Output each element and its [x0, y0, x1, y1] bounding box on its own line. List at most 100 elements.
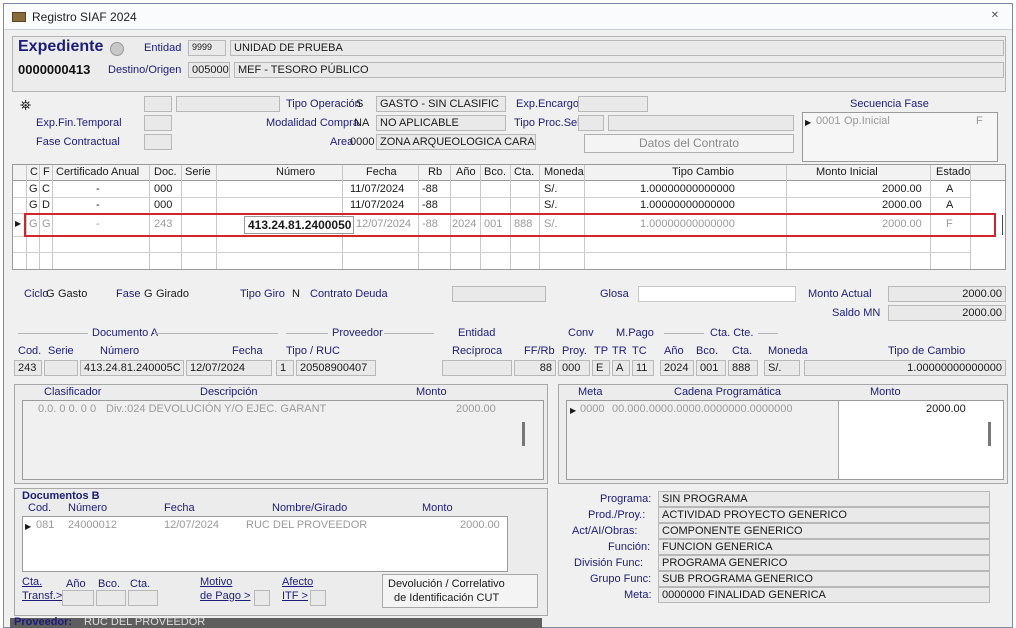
- meta-cadena: 00.000.0000.0000.0000000.0000000: [612, 403, 793, 415]
- doca-ffrb: 88: [514, 360, 556, 376]
- docsb-numero: 24000012: [68, 519, 117, 531]
- doca-tc: 11: [632, 360, 654, 376]
- tipo-proc-field-2[interactable]: [608, 115, 794, 131]
- modalidad-desc: NO APLICABLE: [376, 115, 506, 131]
- cell-moneda: S/.: [544, 183, 558, 195]
- doca-proy: 000: [558, 360, 590, 376]
- act-obras-label: Act/AI/Obras:: [572, 525, 638, 537]
- ctacte-title: Cta. Cte.: [710, 327, 754, 339]
- secuencia-code: 0001: [816, 115, 841, 127]
- motivo-pago-field[interactable]: [254, 590, 270, 606]
- hdr-anio: Año: [664, 345, 684, 357]
- programa-label: Programa:: [600, 493, 652, 505]
- glosa-input[interactable]: [638, 286, 796, 302]
- window-title: Registro SIAF 2024: [32, 10, 137, 24]
- cell-monto: 2000.00: [882, 199, 922, 211]
- search-field-2[interactable]: [176, 96, 280, 112]
- doca-serie: [44, 360, 78, 376]
- docsb-hdr-monto: Monto: [422, 502, 453, 514]
- row-highlight-box: [24, 213, 996, 237]
- modalidad-label: Modalidad Compra: [266, 117, 359, 129]
- binoculars-icon[interactable]: ⛯: [20, 97, 31, 114]
- doca-ruc: 20508900407: [296, 360, 376, 376]
- col-estado: Estado: [936, 166, 971, 178]
- cell-f: D: [42, 199, 50, 211]
- search-field-1[interactable]: [144, 96, 172, 112]
- cta-transf-link-1[interactable]: Cta.: [22, 576, 42, 588]
- afecto-itf-field[interactable]: [310, 590, 326, 606]
- entidad-code: 9999: [188, 40, 226, 56]
- hdr-moneda: Moneda: [768, 345, 808, 357]
- doca-numero: 413.24.81.240005C: [80, 360, 184, 376]
- ciclo-label: Ciclo: [24, 288, 49, 300]
- tipo-operacion-code: S: [356, 98, 364, 110]
- col-moneda: Moneda: [544, 166, 584, 178]
- col-numero: Número: [276, 166, 316, 178]
- close-button[interactable]: ✕: [986, 8, 1004, 24]
- afecto-itf-link-1[interactable]: Afecto: [282, 576, 313, 588]
- grupo-func-value: SUB PROGRAMA GENERICO: [658, 571, 990, 587]
- monto-actual-label: Monto Actual: [808, 288, 872, 300]
- status-circle-icon: [110, 42, 124, 56]
- exp-encargo-field[interactable]: [578, 96, 648, 112]
- hdr-numero: Número: [100, 345, 140, 357]
- docsb-hdr-numero: Número: [68, 502, 108, 514]
- mpago-title: M.Pago: [616, 327, 654, 339]
- col-bco: Bco.: [484, 166, 507, 178]
- tipo-giro-code: N: [292, 288, 300, 300]
- docsb-cod: 081: [36, 519, 55, 531]
- docsb-bco-field[interactable]: [96, 590, 126, 606]
- docsb-anio-label: Año: [66, 578, 86, 590]
- siaf-window: Registro SIAF 2024 ✕ Expediente Entidad …: [3, 3, 1013, 628]
- hdr-cod: Cod.: [18, 345, 42, 357]
- monto-actual-value: 2000.00: [888, 286, 1006, 302]
- exp-encargo-label: Exp.Encargo: [516, 98, 579, 110]
- datos-contrato-button[interactable]: Datos del Contrato: [584, 134, 794, 153]
- clasificador-desc: Div.:024 DEVOLUCIÓN Y/O EJEC. GARANT: [106, 403, 327, 415]
- footer-proveedor-value: RUC DEL PROVEEDOR: [84, 616, 206, 628]
- scrollbar-thumb[interactable]: [522, 422, 525, 446]
- division-func-label: División Func:: [574, 557, 644, 569]
- documentos-b-title: Documentos B: [22, 490, 100, 502]
- clasificador-code: 0.0. 0 0. 0 0: [38, 403, 97, 415]
- col-certificado: Certificado Anual: [56, 166, 140, 178]
- hdr-proy: Proy.: [562, 345, 587, 357]
- col-monto-inicial: Monto Inicial: [816, 166, 878, 178]
- motivo-pago-link-1[interactable]: Motivo: [200, 576, 232, 588]
- hdr-bco: Bco.: [696, 345, 719, 357]
- tipo-proc-field-1[interactable]: [578, 115, 604, 131]
- cell-rb: -88: [422, 183, 438, 195]
- cta-transf-link-2[interactable]: Transf.>: [22, 590, 62, 602]
- monto-header: Monto: [416, 386, 447, 398]
- contrato-deuda-field[interactable]: [452, 286, 546, 302]
- expediente-label: Expediente: [18, 38, 104, 55]
- hdr-tipo-ruc: Tipo / RUC: [286, 345, 340, 357]
- docsb-hdr-fecha: Fecha: [164, 502, 195, 514]
- col-serie: Serie: [185, 166, 211, 178]
- cell-certificado: -: [96, 183, 100, 195]
- fase-text: Girado: [156, 288, 190, 300]
- hdr-cta: Cta.: [732, 345, 753, 357]
- doca-anio: 2024: [660, 360, 694, 376]
- entidad-label: Entidad: [144, 42, 182, 54]
- doca-reciproca: [442, 360, 512, 376]
- hdr-ffrb: FF/Rb: [524, 345, 555, 357]
- doca-tipo-cambio: 1.00000000000000: [804, 360, 1006, 376]
- destino-label: Destino/Origen: [108, 64, 182, 76]
- col-c: C: [30, 166, 38, 178]
- entidad-name: UNIDAD DE PRUEBA: [230, 40, 1004, 56]
- docsb-bco-label: Bco.: [98, 578, 121, 590]
- cell-tipo-cambio: 1.00000000000000: [640, 183, 735, 195]
- text-cursor: [1002, 215, 1003, 235]
- exp-fin-field[interactable]: [144, 115, 172, 131]
- afecto-itf-link-2[interactable]: ITF >: [282, 590, 308, 602]
- docsb-cta-field[interactable]: [128, 590, 158, 606]
- scrollbar-thumb[interactable]: [988, 422, 991, 446]
- secuencia-flag: F: [976, 115, 983, 127]
- row-pointer-icon: ▶: [25, 522, 32, 531]
- docsb-anio-field[interactable]: [62, 590, 94, 606]
- motivo-pago-link-2[interactable]: de Pago >: [200, 590, 250, 602]
- hdr-fecha: Fecha: [232, 345, 263, 357]
- meta-monto-header: Monto: [870, 386, 901, 398]
- fase-contractual-field[interactable]: [144, 134, 172, 150]
